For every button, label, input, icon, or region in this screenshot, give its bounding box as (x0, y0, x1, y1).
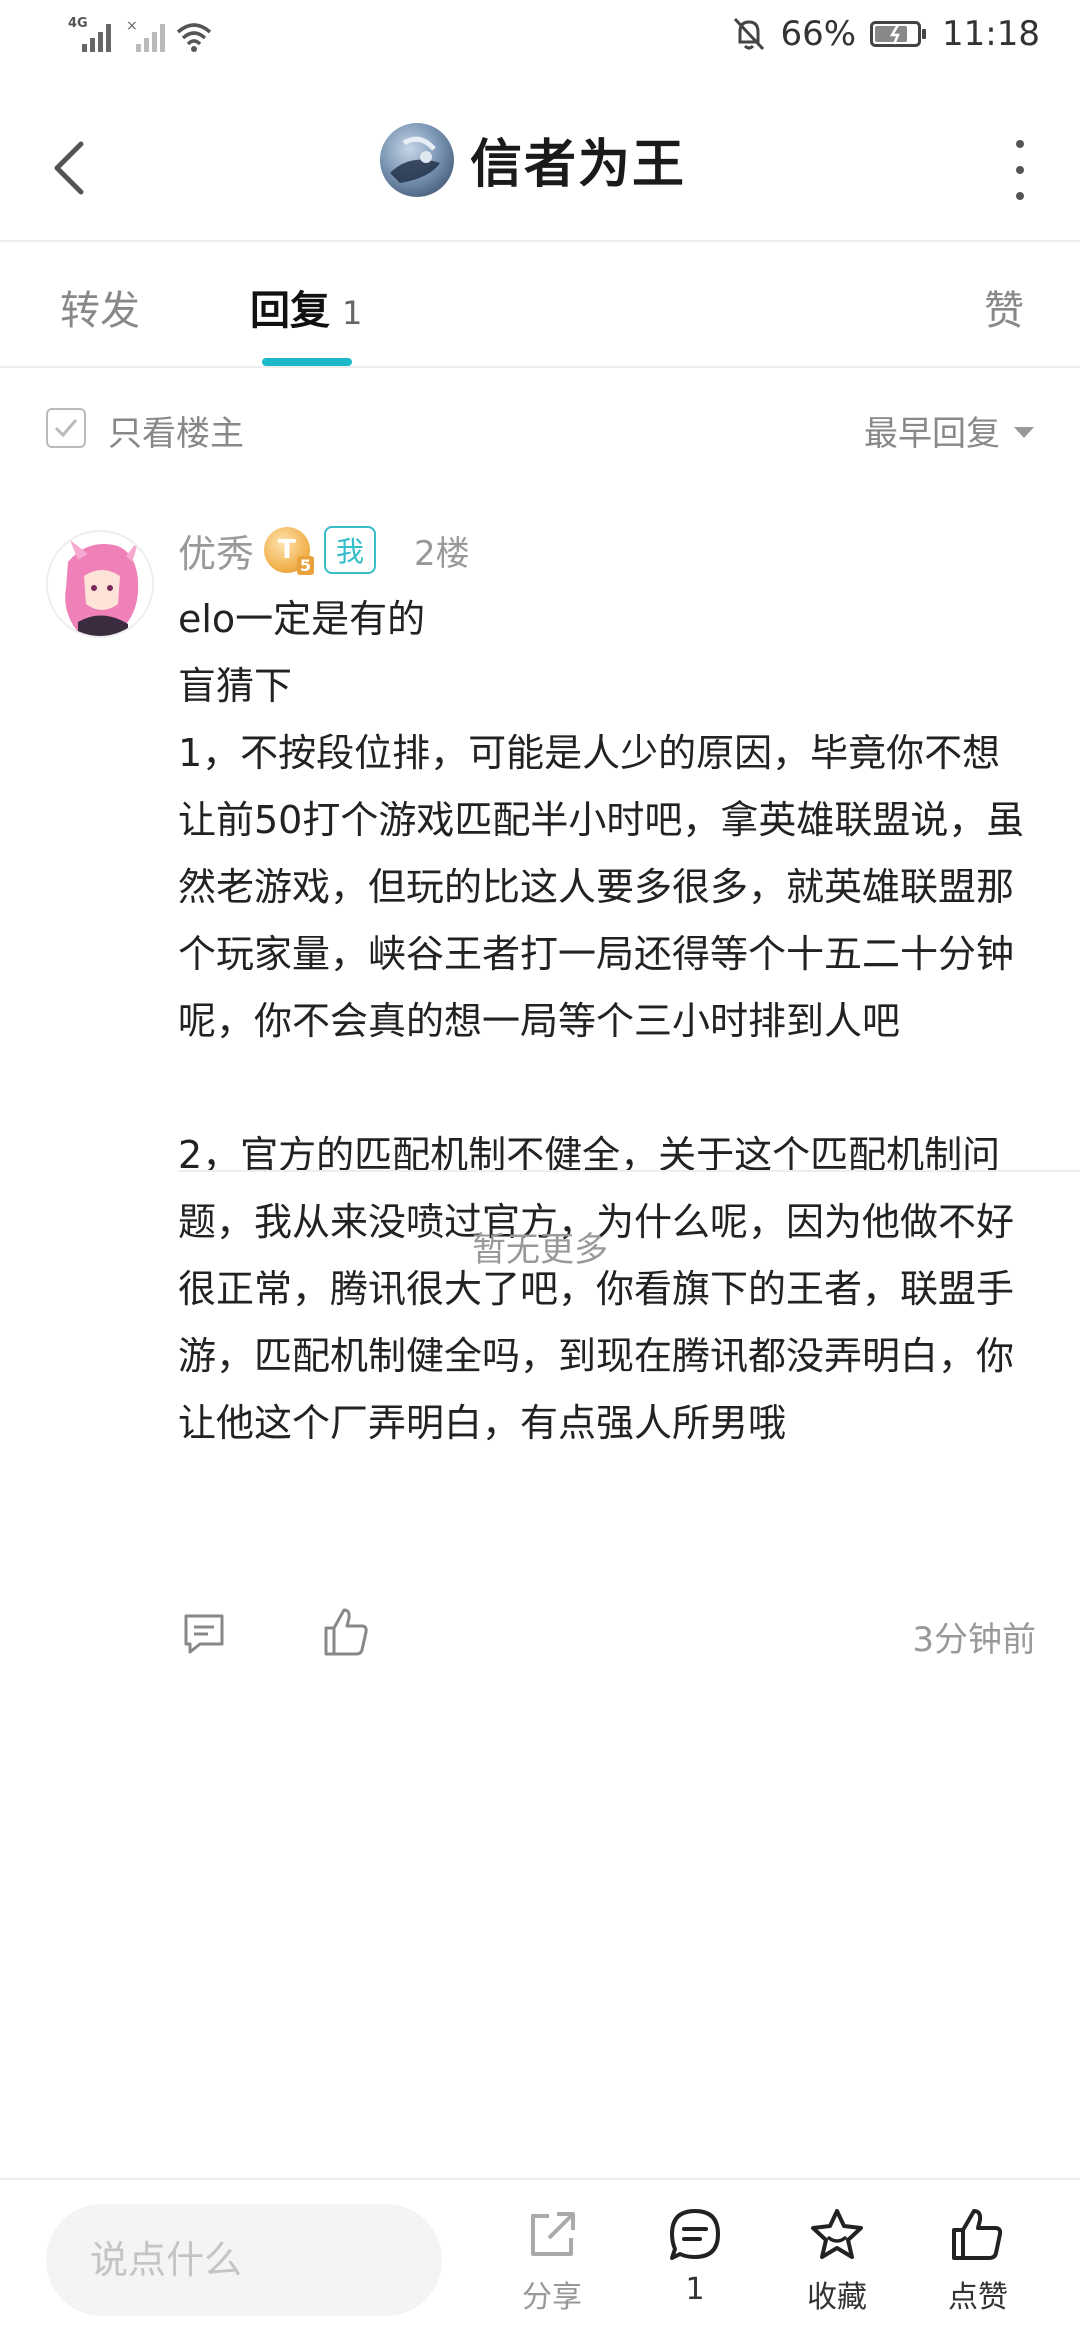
sort-dropdown[interactable]: 最早回复 (864, 406, 1034, 455)
only-op-checkbox[interactable] (46, 408, 86, 448)
bottom-bar: 分享 1 收藏 点赞 (0, 2178, 1080, 2340)
favorite-button[interactable]: 收藏 (782, 2206, 892, 2316)
level-badge-letter: T (278, 535, 296, 565)
more-dot-icon (1016, 192, 1024, 200)
tab-reply[interactable]: 回复 1 (250, 278, 362, 336)
comment-input[interactable] (46, 2204, 442, 2316)
page-title: 信者为王 (470, 135, 687, 195)
level-badge: T 5 (264, 527, 315, 575)
thumbs-up-icon (952, 2209, 1003, 2260)
status-bar: 4G × 66% 11:18 (0, 0, 1080, 72)
share-icon (531, 2212, 575, 2256)
tab-reply-count: 1 (342, 294, 363, 332)
only-op-label[interactable]: 只看楼主 (108, 406, 244, 455)
reply-content: elo一定是有的 盲猜下 1，不按段位排，可能是人少的原因，毕竟你不想让前50打… (178, 597, 1025, 1445)
check-icon (54, 419, 78, 438)
reply-meta: 优秀 T 5 我 2楼 (178, 520, 470, 580)
tab-reply-label: 回复 (250, 288, 330, 334)
wifi-icon (174, 18, 214, 54)
more-dot-icon (1016, 140, 1024, 148)
battery-icon (870, 21, 927, 47)
reply-time: 3分钟前 (912, 1620, 1036, 1660)
signal-no-sim-icon: × (126, 18, 166, 54)
signal-4g-icon: 4G (68, 16, 118, 54)
chat-bubble-icon (670, 2209, 720, 2260)
status-right: 66% 11:18 (732, 14, 1040, 54)
reply-comment-button[interactable] (180, 1610, 228, 1658)
more-options-button[interactable] (1010, 140, 1030, 200)
header: 信者为王 (0, 100, 1080, 240)
like-label: 点赞 (948, 2280, 1008, 2315)
me-badge: 我 (324, 526, 377, 574)
status-time: 11:18 (942, 14, 1040, 54)
header-title-group[interactable]: 信者为王 (380, 122, 686, 197)
post-divider (178, 1170, 1080, 1172)
battery-percent: 66% (780, 14, 857, 54)
tab-like[interactable]: 赞 (984, 278, 1024, 336)
user-avatar-image (48, 532, 152, 636)
like-button[interactable]: 点赞 (923, 2206, 1033, 2316)
share-button[interactable]: 分享 (497, 2206, 607, 2316)
reply-actions: 3分钟前 (0, 1600, 1080, 1680)
level-badge-number: 5 (296, 556, 315, 575)
tab-active-indicator (262, 358, 352, 366)
avatar[interactable] (46, 530, 154, 638)
star-icon (811, 2209, 863, 2259)
tabs-divider (0, 366, 1080, 368)
more-dot-icon (1016, 166, 1024, 174)
chevron-left-icon (54, 141, 84, 195)
comment-button[interactable]: 1 (640, 2206, 750, 2307)
tab-forward[interactable]: 转发 (60, 278, 140, 336)
status-left: 4G × (68, 16, 214, 54)
sort-label: 最早回复 (864, 414, 1000, 454)
no-more-text: 暂无更多 (472, 1230, 608, 1270)
back-button[interactable] (44, 128, 94, 208)
comment-input-box[interactable] (46, 2204, 442, 2316)
floor-number: 2楼 (414, 533, 470, 574)
share-label: 分享 (522, 2280, 582, 2315)
filter-row: 只看楼主 最早回复 (0, 390, 1080, 470)
comment-count: 1 (685, 2272, 705, 2307)
comment-icon (184, 1614, 224, 1654)
thumbs-up-icon (324, 1608, 368, 1656)
caret-down-icon (1014, 427, 1034, 438)
favorite-label: 收藏 (807, 2280, 867, 2315)
username[interactable]: 优秀 (178, 523, 254, 578)
reply-like-button[interactable] (322, 1606, 370, 1658)
mute-bell-icon (734, 17, 765, 51)
svg-text:×: × (126, 18, 138, 34)
group-avatar (380, 122, 454, 197)
tab-bar: 转发 回复 1 赞 (0, 242, 1080, 366)
